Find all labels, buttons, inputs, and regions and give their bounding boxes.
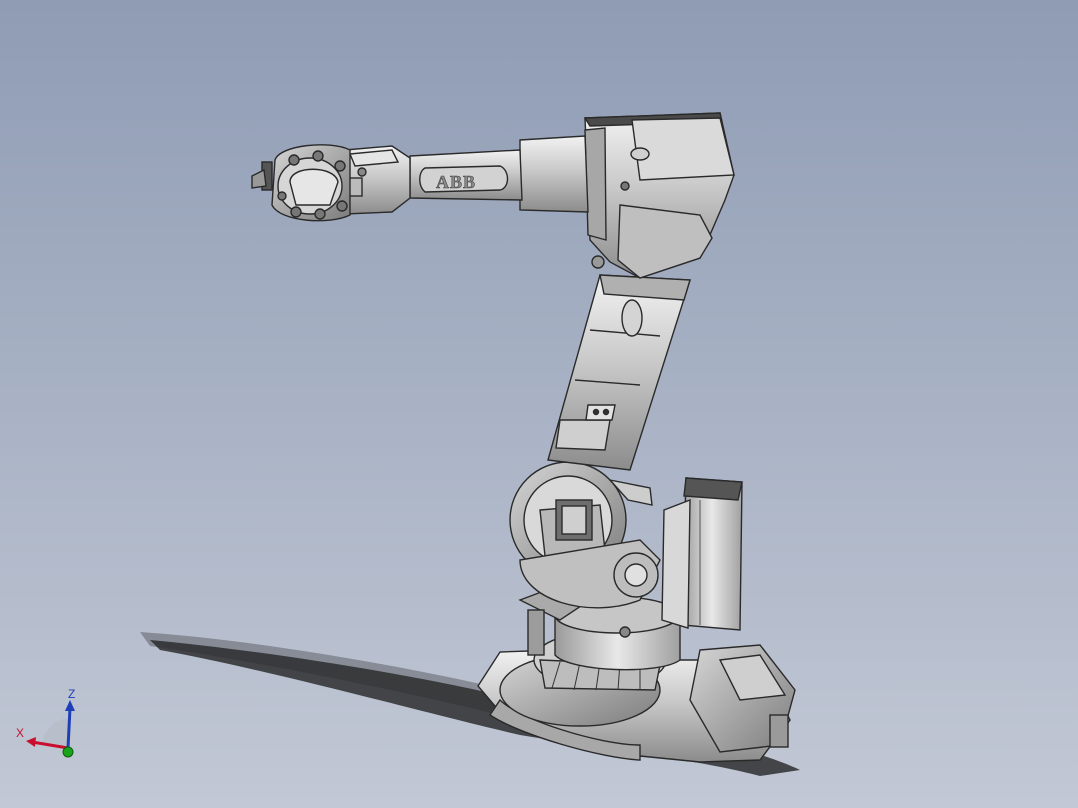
elbow-housing[interactable] — [583, 112, 735, 279]
abb-logo: ABB — [436, 172, 476, 192]
triad-z-arrowhead — [65, 700, 75, 711]
triad-x-arrowhead — [26, 737, 36, 747]
robot-arm-model[interactable]: ABB — [0, 0, 1078, 808]
upper-arm[interactable]: ABB — [401, 135, 589, 213]
triad-y-axis-point — [62, 746, 74, 758]
triad-z-axis — [66, 707, 72, 749]
wrist[interactable] — [344, 145, 411, 215]
tool-flange[interactable] — [251, 144, 351, 222]
triad-z-label: Z — [68, 687, 75, 701]
orientation-triad[interactable]: X Z — [12, 686, 84, 762]
shoulder-joint[interactable] — [509, 461, 661, 609]
3d-graphics-viewport[interactable]: ABB X Z — [0, 0, 1078, 808]
axis-motor[interactable] — [661, 477, 743, 631]
lower-arm[interactable] — [547, 274, 691, 471]
triad-x-label: X — [16, 726, 24, 740]
